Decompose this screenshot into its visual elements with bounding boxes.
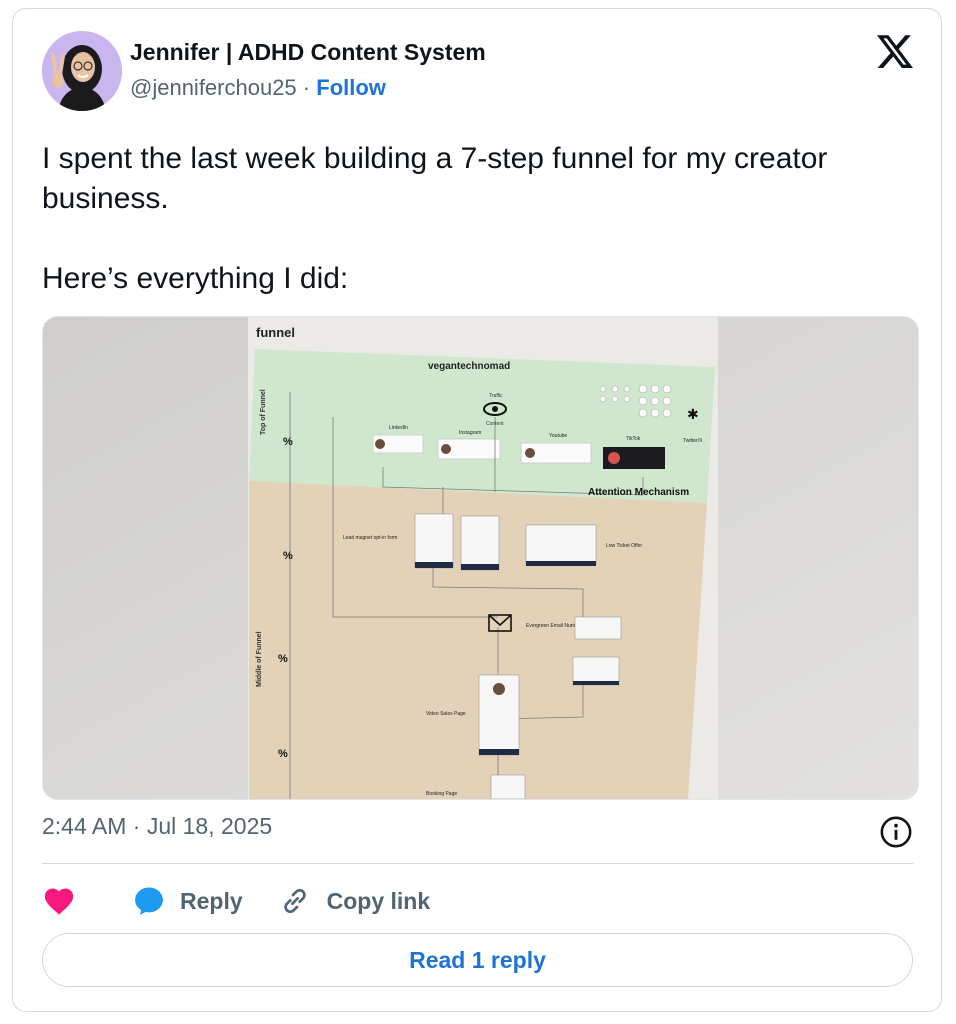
photo-platform-instagram: Instagram (459, 430, 481, 436)
photo-board-title: funnel (256, 325, 295, 340)
photo-booking-label: Booking Page (426, 791, 457, 797)
photo-video-sales-label: Video Sales Page (426, 711, 466, 717)
copy-link-label: Copy link (326, 887, 431, 914)
copy-link-button[interactable]: Copy link (279, 885, 431, 917)
handle-separator: · (302, 75, 311, 100)
tweet-paragraph-1: I spent the last week building a 7-step … (42, 142, 828, 215)
heart-icon (42, 884, 76, 918)
photo-platform-linkedin: LinkedIn (389, 425, 408, 431)
like-button[interactable] (42, 884, 76, 918)
divider (42, 863, 913, 864)
tweet-text: I spent the last week building a 7-step … (42, 139, 902, 299)
photo-percent-1: % (283, 436, 293, 448)
svg-text:✱: ✱ (687, 407, 699, 423)
reply-label: Reply (180, 887, 243, 914)
photo-platform-tiktok: TikTok (626, 436, 641, 442)
tweet-card: Jennifer | ADHD Content System @jennifer… (12, 8, 942, 1012)
link-icon (279, 885, 311, 917)
author-handle-line: @jenniferchou25 · Follow (130, 75, 386, 101)
author-display-name[interactable]: Jennifer | ADHD Content System (130, 39, 486, 66)
photo-traffic-label: Traffic (489, 393, 503, 399)
x-logo-icon[interactable] (877, 33, 913, 69)
photo-side-label-middle: Middle of Funnel (256, 631, 263, 687)
photo-platform-youtube: Youtube (549, 433, 567, 439)
reply-button[interactable]: Reply (132, 884, 243, 918)
tweet-paragraph-2: Here’s everything I did: (42, 262, 349, 295)
author-handle[interactable]: @jenniferchou25 (130, 75, 297, 100)
photo-side-label-top: Top of Funnel (260, 389, 267, 435)
photo-percent-4: % (278, 748, 288, 760)
read-replies-button[interactable]: Read 1 reply (42, 933, 913, 987)
photo-percent-2: % (283, 550, 293, 562)
action-bar: Reply Copy link (42, 881, 430, 921)
author-avatar[interactable] (42, 31, 122, 111)
photo-lead-magnet-label: Lead magnet opt-in form (343, 535, 397, 541)
info-icon[interactable] (879, 815, 913, 849)
tweet-timestamp[interactable]: 2:44 AM · Jul 18, 2025 (42, 813, 272, 840)
follow-button[interactable]: Follow (316, 75, 386, 100)
photo-percent-3: % (278, 653, 288, 665)
photo-low-ticket-label: Low Ticket Offer (606, 543, 642, 549)
reply-bubble-icon (132, 884, 166, 918)
photo-top-label: vegantechnomad (428, 361, 510, 372)
tweet-photo[interactable]: funnel vegantechnomad Traffic Content To… (42, 316, 919, 800)
photo-attention-label: Attention Mechanism (588, 487, 689, 498)
photo-platform-twitter: Twitter/X (683, 438, 703, 444)
